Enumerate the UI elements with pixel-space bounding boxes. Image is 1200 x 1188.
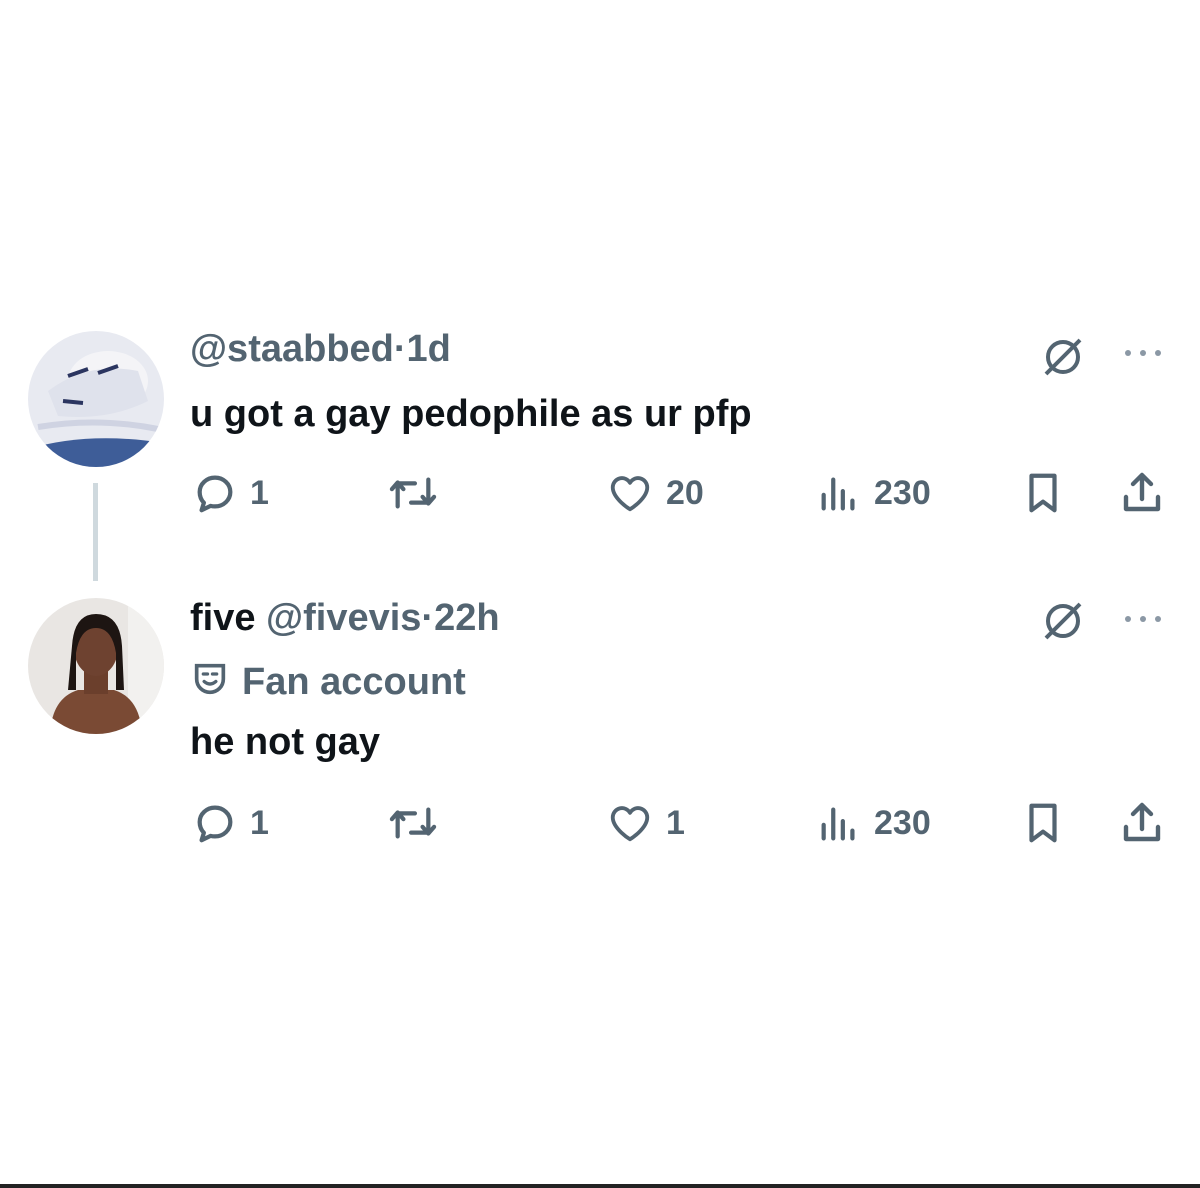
repost-button[interactable] bbox=[386, 798, 452, 848]
more-icon[interactable] bbox=[1118, 612, 1168, 626]
avatar-image bbox=[28, 598, 164, 734]
separator-dot: · bbox=[421, 597, 435, 639]
reply-count: 1 bbox=[250, 473, 269, 512]
like-button[interactable]: 20 bbox=[606, 468, 704, 518]
account-label-text: Fan account bbox=[242, 661, 466, 703]
action-bar: 1 1 230 bbox=[0, 798, 1200, 848]
reply-count: 1 bbox=[250, 803, 269, 842]
like-count: 20 bbox=[666, 473, 704, 512]
views-count: 230 bbox=[874, 473, 931, 512]
timestamp[interactable]: 22h bbox=[434, 597, 499, 639]
bookmark-button[interactable] bbox=[1020, 468, 1066, 518]
display-name[interactable]: five bbox=[190, 597, 255, 639]
grok-icon[interactable] bbox=[1040, 598, 1086, 644]
reply-icon bbox=[197, 475, 233, 513]
views-count: 230 bbox=[874, 803, 931, 842]
action-bar: 1 20 230 bbox=[0, 468, 1200, 518]
views-button[interactable]: 230 bbox=[816, 798, 931, 848]
share-icon bbox=[1123, 472, 1161, 512]
share-button[interactable] bbox=[1118, 468, 1166, 518]
avatar[interactable] bbox=[28, 598, 164, 734]
theater-masks-icon bbox=[194, 663, 226, 695]
user-handle[interactable]: @fivevis bbox=[266, 597, 421, 639]
views-icon bbox=[821, 477, 855, 511]
views-button[interactable]: 230 bbox=[816, 468, 931, 518]
reply-button[interactable]: 1 bbox=[192, 468, 269, 518]
avatar[interactable] bbox=[28, 331, 164, 467]
heart-icon bbox=[610, 476, 650, 512]
tweet-header: five @fivevis·22h bbox=[190, 596, 500, 640]
repost-icon bbox=[389, 477, 437, 509]
repost-button[interactable] bbox=[386, 468, 452, 518]
more-icon[interactable] bbox=[1118, 346, 1168, 360]
like-count: 1 bbox=[666, 803, 685, 842]
reply-button[interactable]: 1 bbox=[192, 798, 269, 848]
account-label[interactable]: Fan account bbox=[190, 659, 466, 704]
user-handle[interactable]: @staabbed bbox=[190, 328, 394, 370]
repost-icon bbox=[389, 807, 437, 839]
bookmark-button[interactable] bbox=[1020, 798, 1066, 848]
avatar-image bbox=[28, 331, 164, 467]
tweet-header: @staabbed·1d bbox=[190, 327, 451, 371]
reply-icon bbox=[197, 805, 233, 843]
bookmark-icon bbox=[1029, 803, 1057, 843]
bookmark-icon bbox=[1029, 473, 1057, 513]
views-icon bbox=[821, 807, 855, 841]
grok-icon[interactable] bbox=[1040, 334, 1086, 380]
tweet-text: u got a gay pedophile as ur pfp bbox=[190, 393, 752, 435]
separator-dot: · bbox=[393, 328, 407, 370]
share-button[interactable] bbox=[1118, 798, 1166, 848]
tweet-text: he not gay bbox=[190, 721, 381, 763]
share-icon bbox=[1123, 802, 1161, 842]
heart-icon bbox=[610, 806, 650, 842]
timestamp[interactable]: 1d bbox=[407, 328, 451, 370]
like-button[interactable]: 1 bbox=[606, 798, 685, 848]
bottom-divider bbox=[0, 1184, 1200, 1188]
